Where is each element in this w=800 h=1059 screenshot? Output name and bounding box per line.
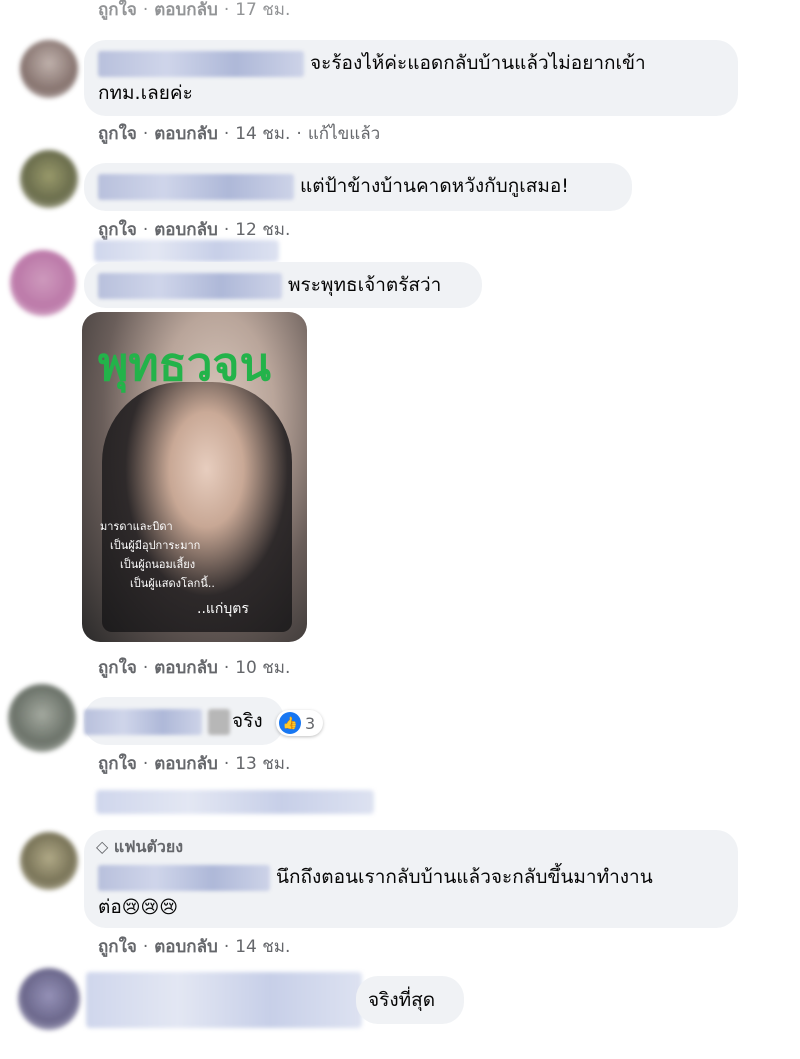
comment-text: พระพุทธเจ้าตรัสว่า: [288, 274, 442, 296]
like-link[interactable]: ถูกใจ: [98, 0, 137, 20]
image-verse: มารดาและบิดา เป็นผู้มีอุปการะมาก เป็นผู้…: [100, 520, 215, 590]
comment-bubble: จริง: [84, 697, 284, 745]
avatar[interactable]: [8, 684, 76, 752]
comment-actions-top: ถูกใจ · ตอบกลับ · 17 ชม.: [98, 0, 291, 20]
comment-bubble: แต่ป้าข้างบ้านคาดหวังกับกูเสมอ!: [84, 163, 632, 211]
reply-link[interactable]: ตอบกลับ: [154, 220, 218, 240]
comment-actions: ถูกใจ · ตอบกลับ · 12 ชม.: [98, 220, 291, 240]
avatar[interactable]: [18, 968, 80, 1030]
reply-link[interactable]: ตอบกลับ: [154, 937, 218, 957]
edited-label: แก้ไขแล้ว: [307, 124, 381, 144]
sad-emoji: 😢😢😢: [121, 897, 179, 918]
reply-link[interactable]: ตอบกลับ: [154, 754, 218, 774]
avatar[interactable]: [20, 832, 78, 890]
reaction-number: 3: [305, 713, 316, 733]
comment-time[interactable]: 17 ชม.: [235, 0, 290, 20]
author-name[interactable]: [98, 50, 304, 77]
comment-text: จะร้องไห้ค่ะแอดกลับบ้านแล้วไม่อยากเข้า: [310, 52, 646, 74]
comment-actions: ถูกใจ · ตอบกลับ · 14 ชม.: [98, 937, 291, 957]
avatar[interactable]: [20, 40, 78, 98]
comment-text: แต่ป้าข้างบ้านคาดหวังกับกูเสมอ!: [300, 175, 569, 197]
author-name[interactable]: [84, 708, 202, 735]
reply-link[interactable]: ตอบกลับ: [154, 0, 218, 20]
comment-text: จริงที่สุด: [368, 989, 436, 1011]
blurred-text: [86, 972, 362, 1028]
comment-actions: ถูกใจ · ตอบกลับ · 14 ชม. · แก้ไขแล้ว: [98, 124, 381, 144]
mother-baby-photo: [102, 382, 292, 632]
like-icon: 👍: [279, 712, 301, 734]
avatar[interactable]: [20, 150, 78, 208]
author-name[interactable]: [98, 173, 294, 200]
comment-bubble: จริงที่สุด: [356, 976, 464, 1024]
comment-time[interactable]: 13 ชม.: [235, 754, 290, 774]
reply-link[interactable]: ตอบกลับ: [154, 658, 218, 678]
comment-text: นึกถึงตอนเรากลับบ้านแล้วจะกลับขึ้นมาทำงา…: [276, 866, 653, 888]
image-sign: ..แก่บุตร: [197, 601, 249, 617]
comment-text-line2: ต่อ: [98, 896, 122, 918]
comment-time[interactable]: 14 ชม.: [235, 937, 290, 957]
like-link[interactable]: ถูกใจ: [98, 754, 137, 774]
comment-time[interactable]: 12 ชม.: [235, 220, 290, 240]
like-link[interactable]: ถูกใจ: [98, 658, 137, 678]
comment-bubble: ◇ แฟนตัวยง นึกถึงตอนเรากลับบ้านแล้วจะกลั…: [84, 830, 738, 928]
comment-bubble: พระพุทธเจ้าตรัสว่า: [84, 262, 482, 308]
reaction-count[interactable]: 👍 3: [276, 710, 324, 736]
reply-link[interactable]: ตอบกลับ: [154, 124, 218, 144]
author-name[interactable]: [98, 864, 270, 891]
comment-bubble: จะร้องไห้ค่ะแอดกลับบ้านแล้วไม่อยากเข้า ก…: [84, 40, 738, 116]
comment-time[interactable]: 14 ชม.: [235, 124, 290, 144]
fan-badge: ◇ แฟนตัวยง: [96, 837, 184, 856]
like-link[interactable]: ถูกใจ: [98, 124, 137, 144]
comment-text-line2: กทม.เลยค่ะ: [98, 82, 193, 104]
comment-time[interactable]: 10 ชม.: [235, 658, 290, 678]
like-link[interactable]: ถูกใจ: [98, 937, 137, 957]
like-link[interactable]: ถูกใจ: [98, 220, 137, 240]
comment-actions: ถูกใจ · ตอบกลับ · 13 ชม.: [98, 754, 291, 774]
blurred-text: [96, 790, 374, 814]
author-name[interactable]: [98, 272, 282, 299]
comment-actions: ถูกใจ · ตอบกลับ · 10 ชม.: [98, 658, 291, 678]
avatar[interactable]: [10, 250, 76, 316]
diamond-icon: ◇: [96, 837, 109, 856]
blurred-text: [94, 240, 279, 262]
comment-text: จริง: [232, 710, 263, 732]
comment-image[interactable]: พุทธวจน มารดาและบิดา เป็นผู้มีอุปการะมาก…: [82, 312, 307, 642]
image-title: พุทธวจน: [98, 337, 271, 391]
